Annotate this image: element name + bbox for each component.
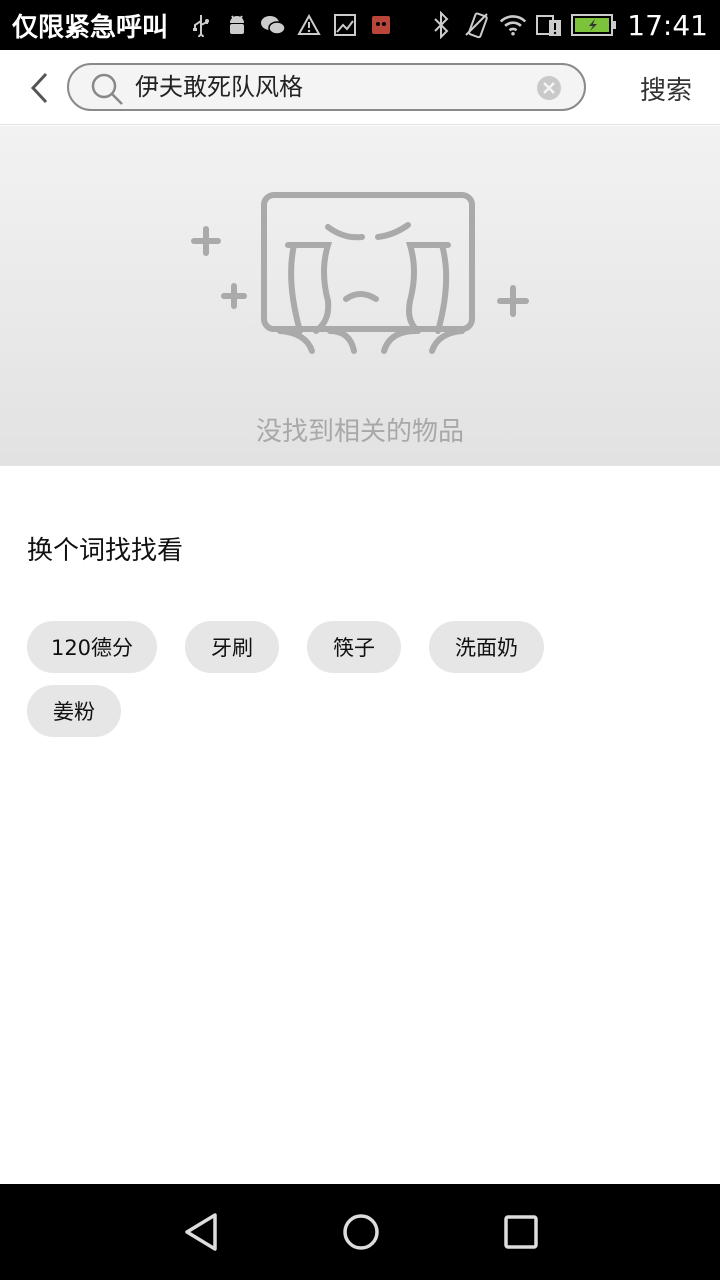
status-bar: 仅限紧急呼叫 17:41 — [0, 0, 720, 50]
nav-home-button[interactable] — [337, 1208, 385, 1256]
back-button[interactable] — [22, 68, 56, 108]
search-button[interactable]: 搜索 — [640, 70, 692, 107]
nav-recents-button[interactable] — [497, 1208, 545, 1256]
search-input[interactable] — [135, 65, 515, 109]
status-left: 仅限紧急呼叫 — [12, 0, 394, 50]
android-icon — [224, 12, 250, 38]
clear-icon[interactable] — [536, 75, 562, 101]
suggestion-tag[interactable]: 筷子 — [307, 621, 401, 673]
suggestion-tag[interactable]: 姜粉 — [27, 685, 121, 737]
navigation-bar — [0, 1184, 720, 1280]
warning-icon — [296, 12, 322, 38]
square-recents-icon — [504, 1215, 538, 1249]
sim-alert-icon — [535, 11, 563, 39]
wechat-icon — [260, 12, 286, 38]
search-icon — [91, 73, 123, 105]
search-box[interactable] — [67, 63, 586, 111]
suggestion-tag[interactable]: 洗面奶 — [429, 621, 544, 673]
image-icon — [332, 12, 358, 38]
vibrate-icon — [463, 11, 491, 39]
status-right: 17:41 — [419, 0, 708, 50]
suggestion-tag[interactable]: 牙刷 — [185, 621, 279, 673]
empty-state: 没找到相关的物品 — [0, 126, 720, 466]
carrier-text: 仅限紧急呼叫 — [12, 12, 169, 43]
app-icon — [368, 12, 394, 38]
empty-message: 没找到相关的物品 — [255, 417, 464, 447]
search-header: 搜索 — [0, 50, 720, 125]
clock: 17:41 — [627, 8, 708, 42]
suggestion-tag[interactable]: 120德分 — [27, 621, 157, 673]
bluetooth-icon — [427, 11, 455, 39]
crying-tv-illustration — [191, 192, 529, 354]
chevron-left-icon — [30, 72, 48, 104]
battery-icon — [571, 11, 617, 39]
wifi-icon — [499, 11, 527, 39]
circle-home-icon — [343, 1214, 379, 1250]
triangle-back-icon — [185, 1213, 217, 1251]
suggestion-title: 换个词找找看 — [27, 536, 184, 566]
nav-back-button[interactable] — [177, 1208, 225, 1256]
usb-icon — [188, 12, 214, 38]
